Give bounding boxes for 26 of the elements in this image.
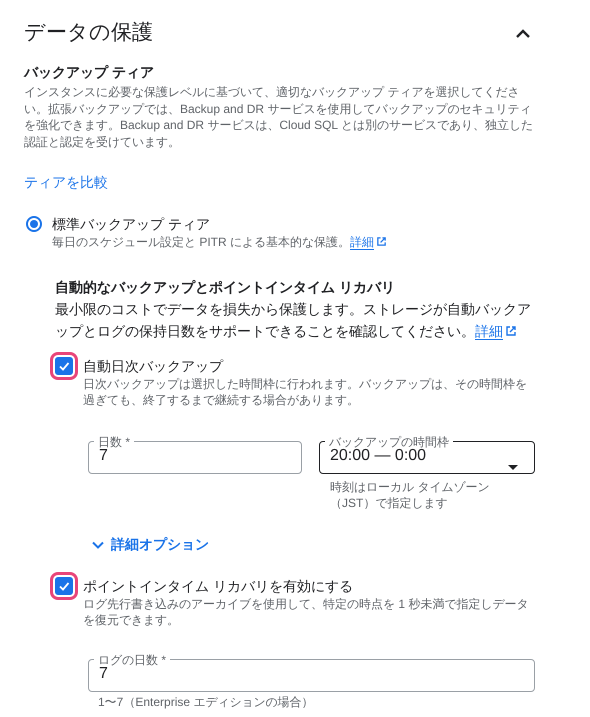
checkbox-label: 自動日次バックアップ	[83, 356, 224, 376]
section-title: データの保護	[24, 20, 153, 46]
time-window-dropdown[interactable]: バックアップの時間枠 20:00 — 0:00	[319, 434, 535, 474]
radio-label: 標準バックアップ ティア	[52, 215, 211, 234]
dropdown-arrow-icon	[508, 464, 518, 470]
field-hint: 時刻はローカル タイムゾーン（JST）で指定します	[329, 478, 490, 512]
checkbox-description: ログ先行書き込みのアーカイブを使用して、特定の時点を 1 秒未満で指定しデータを復元できます。	[83, 596, 530, 628]
checkbox-description: 日次バックアップは選択した時間枠に行われます。バックアップは、その時間枠を過ぎても、終了するまで継続する場合があります。	[83, 376, 528, 408]
details-link[interactable]: 詳細	[475, 322, 503, 340]
radio-button[interactable]	[26, 216, 42, 232]
tier-description: 毎日のスケジュール設定と PITR による基本的な保護。	[52, 235, 350, 249]
chevron-down-icon	[92, 540, 104, 548]
compare-link[interactable]: ティアを比較	[24, 172, 108, 192]
days-field[interactable]: 日数 * 7	[88, 434, 302, 474]
external-link-icon[interactable]	[376, 236, 388, 247]
field-hint: 1〜7（Enterprise エディションの場合）	[97, 694, 314, 710]
subheading: バックアップ ティア	[24, 63, 155, 82]
external-link-icon[interactable]	[505, 324, 517, 336]
details-link[interactable]: 詳細	[350, 235, 374, 250]
log-days-field[interactable]: ログの日数 * 7	[88, 652, 535, 692]
description: 最小限のコストでデータを損失から保護します。ストレージが自動バックアップとログの保持日数をサポートできることを確認してください。詳細	[55, 300, 532, 342]
collapse-icon[interactable]	[516, 28, 530, 38]
description: インスタンスに必要な保護レベルに基づいて、適切なバックアップ ティアを選択してください。拡張バックアップでは、Backup and DR サービスを使用してバックアップのセキュリティを強化できます。Backup and DR サービスは、Cloud SQL とは別のサービスであり、独立した認証と認定を受けています。	[24, 84, 534, 150]
advanced-options-toggle[interactable]: 詳細オプション	[92, 536, 209, 554]
checkbox-label: ポイントインタイム リカバリを有効にする	[83, 576, 354, 596]
subheading: 自動的なバックアップとポイントインタイム リカバリ	[55, 278, 396, 296]
